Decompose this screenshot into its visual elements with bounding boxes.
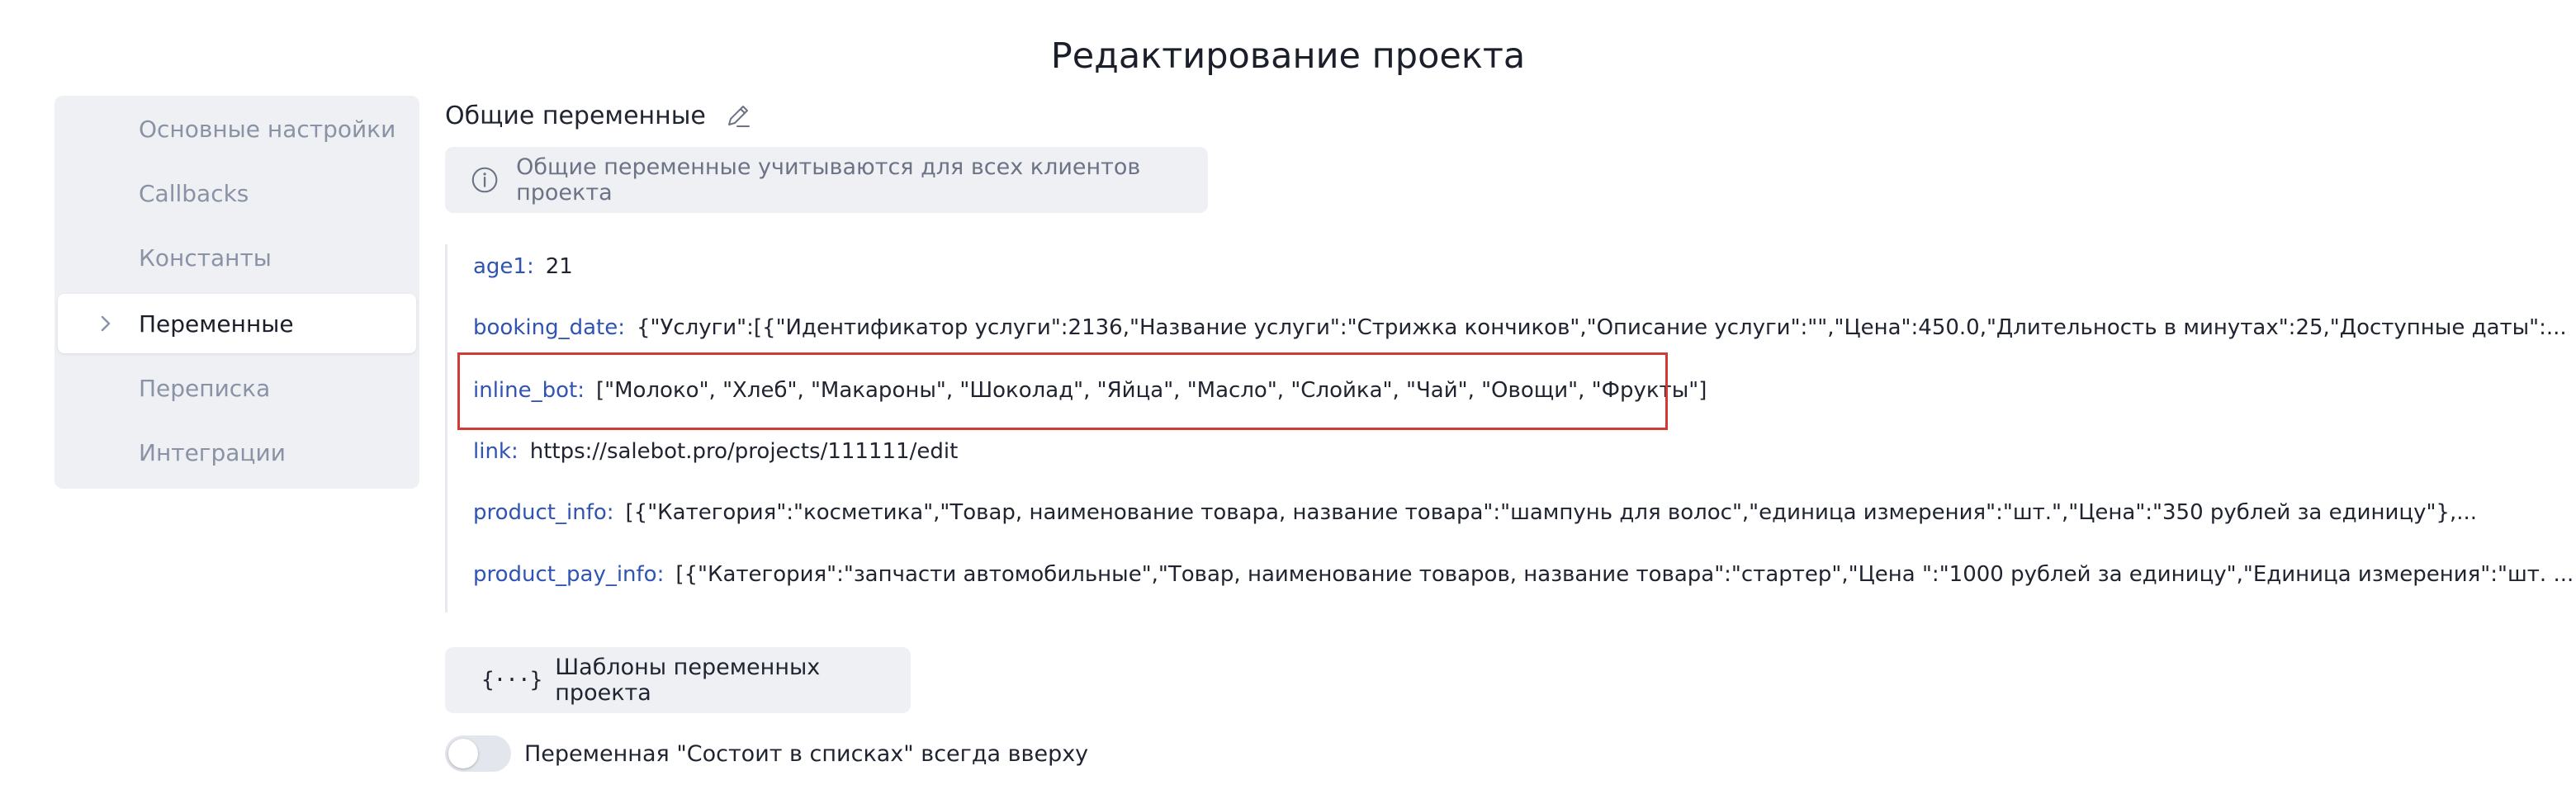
variable-row-booking-date[interactable]: booking_date: {"Услуги":[{"Идентификатор… <box>473 309 2567 347</box>
sidebar-item-label: Переменные <box>139 310 294 338</box>
variable-value: {"Услуги":[{"Идентификатор услуги":2136,… <box>636 315 2567 340</box>
variable-row-inline-bot[interactable]: inline_bot: ["Молоко", "Хлеб", "Макароны… <box>473 371 1707 409</box>
settings-sidebar: Основные настройки Callbacks Константы П… <box>54 96 419 489</box>
sidebar-item-correspondence[interactable]: Переписка <box>58 358 416 418</box>
variable-key: product_info: <box>473 500 614 525</box>
sidebar-item-callbacks[interactable]: Callbacks <box>58 163 416 223</box>
variable-value: ["Молоко", "Хлеб", "Макароны", "Шоколад"… <box>596 378 1707 403</box>
sidebar-item-label: Переписка <box>139 374 271 402</box>
page-title: Редактирование проекта <box>1050 35 1526 77</box>
templates-button-label: Шаблоны переменных проекта <box>555 655 821 706</box>
variables-list-divider <box>445 244 447 612</box>
variable-row-product-pay-info[interactable]: product_pay_info: [{"Категория":"запчаст… <box>473 556 2574 593</box>
section-header: Общие переменные <box>445 97 754 134</box>
info-banner: Общие переменные учитываются для всех кл… <box>445 147 1208 213</box>
lists-on-top-toggle[interactable] <box>445 735 511 772</box>
variable-key: product_pay_info: <box>473 562 665 587</box>
sidebar-item-label: Callbacks <box>139 179 249 207</box>
variable-key: inline_bot: <box>473 378 585 403</box>
variable-key: booking_date: <box>473 315 625 340</box>
variable-value: 21 <box>545 254 573 279</box>
sidebar-item-label: Интеграции <box>139 438 286 466</box>
info-circle-icon <box>471 167 498 193</box>
variable-value: [{"Категория":"запчасти автомобильные","… <box>675 562 2574 587</box>
sidebar-item-constants[interactable]: Константы <box>58 228 416 287</box>
variable-value: https://salebot.pro/projects/111111/edit <box>529 439 959 464</box>
sidebar-item-label: Константы <box>139 243 272 272</box>
pencil-icon[interactable] <box>722 100 754 131</box>
variable-key: link: <box>473 439 519 464</box>
section-title: Общие переменные <box>445 101 706 130</box>
braces-icon: {···} <box>481 668 542 693</box>
chevron-right-icon <box>101 315 111 332</box>
toggle-label: Переменная "Состоит в списках" всегда вв… <box>524 740 1089 767</box>
lists-on-top-setting: Переменная "Состоит в списках" всегда вв… <box>445 733 1088 774</box>
sidebar-item-variables[interactable]: Переменные <box>58 294 416 353</box>
toggle-knob <box>448 739 478 768</box>
variable-row-link[interactable]: link: https://salebot.pro/projects/11111… <box>473 433 958 470</box>
variable-value: [{"Категория":"косметика","Товар, наимен… <box>625 500 2478 525</box>
sidebar-item-integrations[interactable]: Интеграции <box>58 423 416 482</box>
variable-templates-button[interactable]: {···} Шаблоны переменных проекта <box>445 647 911 713</box>
sidebar-item-label: Основные настройки <box>139 115 396 143</box>
variable-row-product-info[interactable]: product_info: [{"Категория":"косметика",… <box>473 494 2477 532</box>
sidebar-item-main-settings[interactable]: Основные настройки <box>58 99 416 158</box>
variable-key: age1: <box>473 254 534 279</box>
info-text: Общие переменные учитываются для всех кл… <box>516 154 1141 206</box>
variable-row-age1[interactable]: age1: 21 <box>473 248 573 286</box>
